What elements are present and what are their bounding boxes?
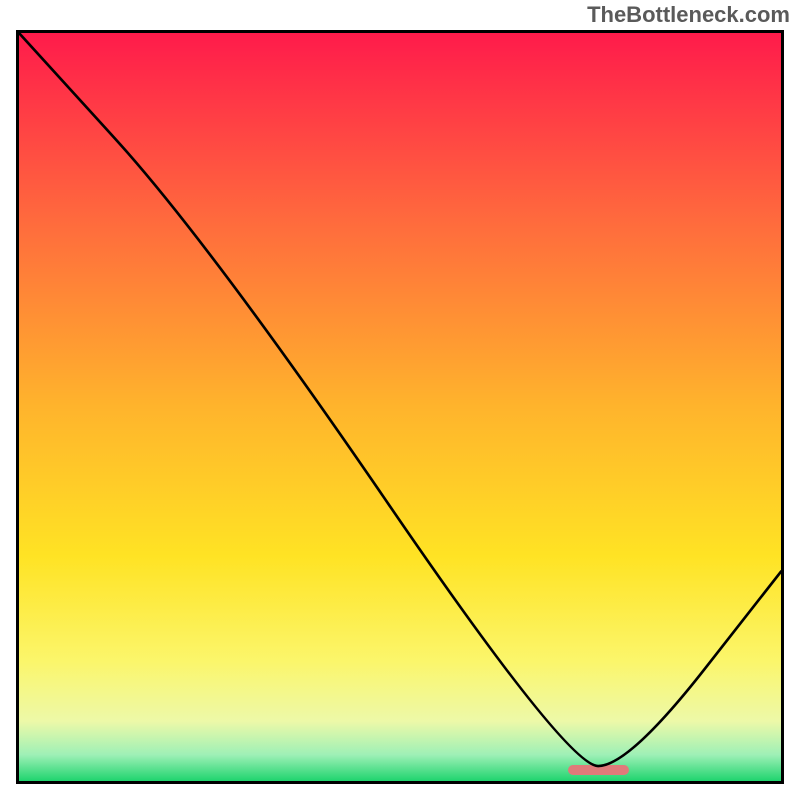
chart-stage: TheBottleneck.com — [0, 0, 800, 800]
plot-area — [16, 30, 784, 784]
curve-path — [19, 33, 781, 766]
watermark-text: TheBottleneck.com — [587, 2, 790, 28]
curve-layer — [19, 33, 781, 781]
